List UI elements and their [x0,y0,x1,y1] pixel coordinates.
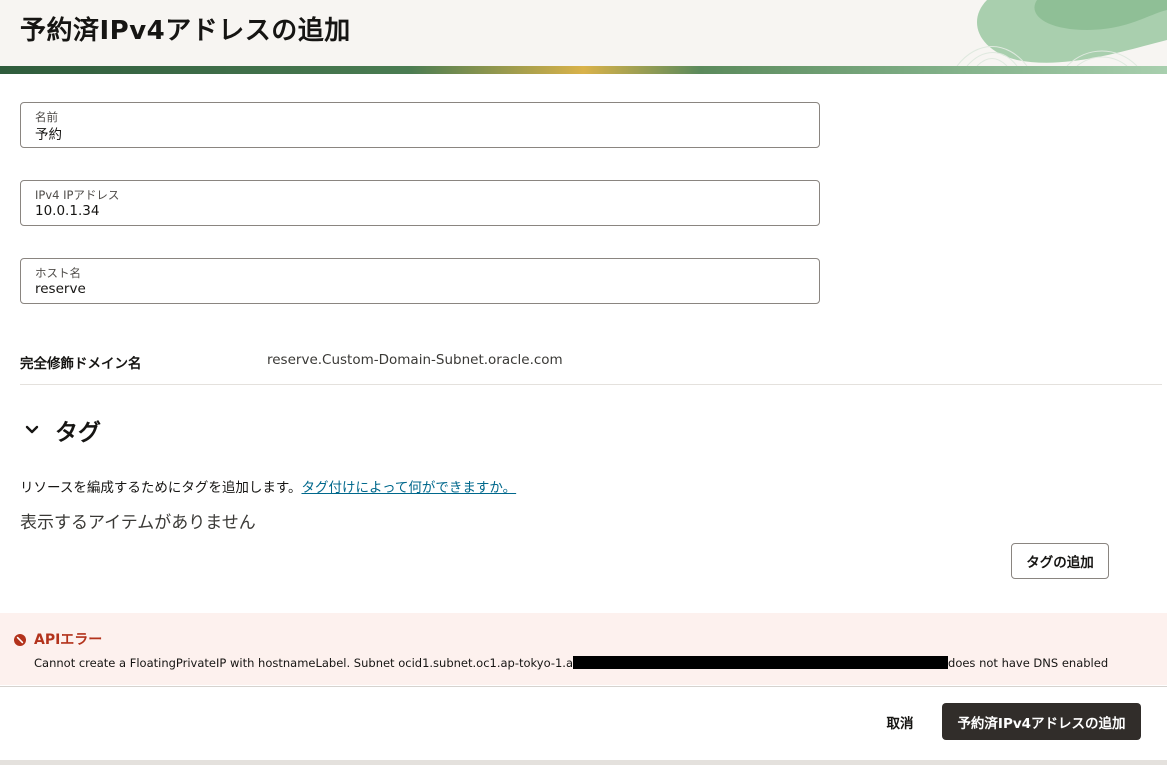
tags-description-text: リソースを編成するためにタグを追加します。 [20,480,302,496]
error-message: Cannot create a FloatingPrivateIP with h… [34,656,1108,670]
name-label: 名前 [35,110,58,124]
fqdn-label: 完全修飾ドメイン名 [20,356,142,372]
fqdn-value: reserve.Custom-Domain-Subnet.oracle.com [267,352,563,368]
section-divider [20,384,1162,385]
dialog-footer: 取消 予約済IPv4アドレスの追加 [0,686,1167,762]
footer-bottom-strip [0,760,1167,765]
hostname-label: ホスト名 [35,266,81,280]
tags-help-link[interactable]: タグ付けによって何ができますか。 [301,480,516,496]
add-tag-button[interactable]: タグの追加 [1011,543,1109,579]
ipv4-input[interactable] [35,203,795,219]
tags-description: リソースを編成するためにタグを追加します。タグ付けによって何ができますか。 [20,476,516,496]
ipv4-label: IPv4 IPアドレス [35,188,120,202]
hostname-field[interactable]: ホスト名 [20,258,820,304]
hostname-input[interactable] [35,281,795,297]
ipv4-field[interactable]: IPv4 IPアドレス [20,180,820,226]
error-message-start: Cannot create a FloatingPrivateIP with h… [34,656,574,670]
error-icon [14,631,26,650]
page-title: 予約済IPv4アドレスの追加 [20,16,351,46]
name-input[interactable] [35,125,795,141]
redacted-block [573,656,949,669]
tags-section-toggle[interactable]: タグ [20,413,101,447]
header-decoration [956,0,1167,66]
page-header: 予約済IPv4アドレスの追加 [0,0,1167,74]
error-title: APIエラー [34,632,103,648]
cancel-button[interactable]: 取消 [872,704,928,740]
tags-title: タグ [55,420,101,446]
error-message-end: does not have DNS enabled [948,656,1109,670]
submit-button[interactable]: 予約済IPv4アドレスの追加 [942,703,1141,740]
api-error-banner: APIエラー Cannot create a FloatingPrivateIP… [0,613,1167,685]
header-band [0,66,1167,74]
name-field[interactable]: 名前 [20,102,820,148]
chevron-down-icon [20,416,44,444]
tags-empty-message: 表示するアイテムがありません [20,513,256,533]
